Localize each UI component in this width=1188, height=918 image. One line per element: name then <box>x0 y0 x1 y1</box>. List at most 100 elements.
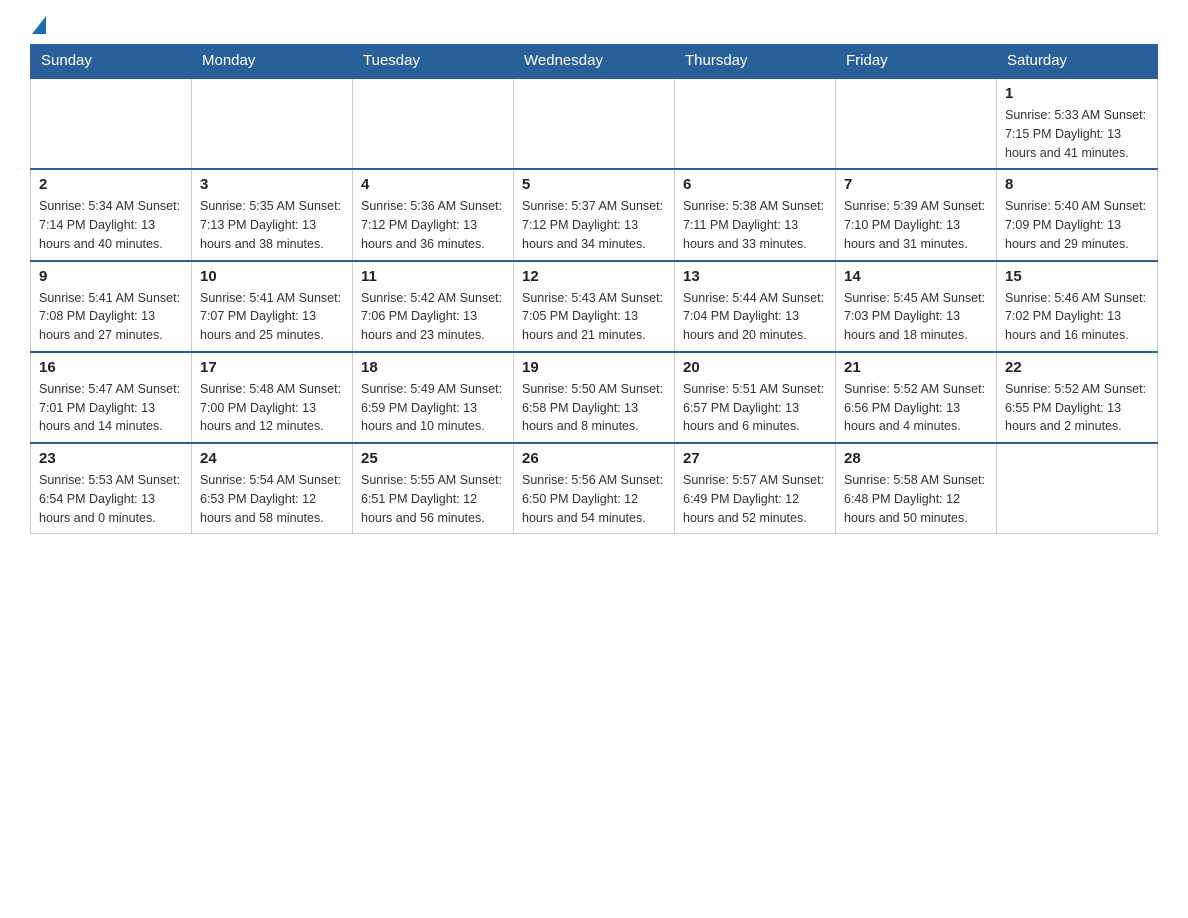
calendar-header-row: SundayMondayTuesdayWednesdayThursdayFrid… <box>31 44 1158 78</box>
calendar-cell: 21 Sunrise: 5:52 AM Sunset: 6:56 PM Dayli… <box>836 352 997 443</box>
day-info: Sunrise: 5:43 AM Sunset: 7:05 PM Dayligh… <box>522 289 666 345</box>
calendar-cell: 2 Sunrise: 5:34 AM Sunset: 7:14 PM Daylig… <box>31 169 192 260</box>
day-number: 19 <box>522 359 666 376</box>
calendar-cell: 19 Sunrise: 5:50 AM Sunset: 6:58 PM Dayli… <box>514 352 675 443</box>
calendar-header-friday: Friday <box>836 44 997 78</box>
calendar-cell: 10 Sunrise: 5:41 AM Sunset: 7:07 PM Dayli… <box>192 261 353 352</box>
calendar-cell: 3 Sunrise: 5:35 AM Sunset: 7:13 PM Daylig… <box>192 169 353 260</box>
calendar-cell: 14 Sunrise: 5:45 AM Sunset: 7:03 PM Dayli… <box>836 261 997 352</box>
calendar-cell <box>836 78 997 169</box>
calendar-header-saturday: Saturday <box>997 44 1158 78</box>
calendar-header-tuesday: Tuesday <box>353 44 514 78</box>
logo-triangle-icon <box>32 16 46 34</box>
calendar-week-row: 1Sunrise: 5:33 AM Sunset: 7:15 PM Daylig… <box>31 78 1158 169</box>
calendar-cell: 28 Sunrise: 5:58 AM Sunset: 6:48 PM Dayli… <box>836 443 997 534</box>
calendar-cell <box>997 443 1158 534</box>
day-info: Sunrise: 5:52 AM Sunset: 6:56 PM Dayligh… <box>844 380 988 436</box>
day-info: Sunrise: 5:47 AM Sunset: 7:01 PM Dayligh… <box>39 380 183 436</box>
day-info: Sunrise: 5:34 AM Sunset: 7:14 PM Dayligh… <box>39 197 183 253</box>
day-number: 25 <box>361 450 505 467</box>
calendar-cell <box>31 78 192 169</box>
day-info: Sunrise: 5:52 AM Sunset: 6:55 PM Dayligh… <box>1005 380 1149 436</box>
day-number: 24 <box>200 450 344 467</box>
day-info: Sunrise: 5:41 AM Sunset: 7:08 PM Dayligh… <box>39 289 183 345</box>
day-info: Sunrise: 5:58 AM Sunset: 6:48 PM Dayligh… <box>844 471 988 527</box>
calendar-cell: 12 Sunrise: 5:43 AM Sunset: 7:05 PM Dayli… <box>514 261 675 352</box>
day-info: Sunrise: 5:33 AM Sunset: 7:15 PM Dayligh… <box>1005 106 1149 162</box>
day-info: Sunrise: 5:39 AM Sunset: 7:10 PM Dayligh… <box>844 197 988 253</box>
day-info: Sunrise: 5:48 AM Sunset: 7:00 PM Dayligh… <box>200 380 344 436</box>
calendar-cell: 27Sunrise: 5:57 AM Sunset: 6:49 PM Dayli… <box>675 443 836 534</box>
day-number: 3 <box>200 176 344 193</box>
day-info: Sunrise: 5:44 AM Sunset: 7:04 PM Dayligh… <box>683 289 827 345</box>
calendar-cell: 17 Sunrise: 5:48 AM Sunset: 7:00 PM Dayli… <box>192 352 353 443</box>
day-info: Sunrise: 5:50 AM Sunset: 6:58 PM Dayligh… <box>522 380 666 436</box>
calendar-cell <box>514 78 675 169</box>
calendar-cell: 18 Sunrise: 5:49 AM Sunset: 6:59 PM Dayli… <box>353 352 514 443</box>
day-info: Sunrise: 5:56 AM Sunset: 6:50 PM Dayligh… <box>522 471 666 527</box>
calendar-cell <box>353 78 514 169</box>
day-info: Sunrise: 5:41 AM Sunset: 7:07 PM Dayligh… <box>200 289 344 345</box>
calendar-week-row: 23 Sunrise: 5:53 AM Sunset: 6:54 PM Dayli… <box>31 443 1158 534</box>
day-info: Sunrise: 5:55 AM Sunset: 6:51 PM Dayligh… <box>361 471 505 527</box>
calendar-cell: 25 Sunrise: 5:55 AM Sunset: 6:51 PM Dayli… <box>353 443 514 534</box>
calendar-cell: 5 Sunrise: 5:37 AM Sunset: 7:12 PM Daylig… <box>514 169 675 260</box>
calendar-cell <box>192 78 353 169</box>
day-info: Sunrise: 5:42 AM Sunset: 7:06 PM Dayligh… <box>361 289 505 345</box>
day-info: Sunrise: 5:51 AM Sunset: 6:57 PM Dayligh… <box>683 380 827 436</box>
calendar-cell: 16 Sunrise: 5:47 AM Sunset: 7:01 PM Dayli… <box>31 352 192 443</box>
day-number: 17 <box>200 359 344 376</box>
calendar-cell <box>675 78 836 169</box>
day-number: 4 <box>361 176 505 193</box>
day-number: 22 <box>1005 359 1149 376</box>
calendar-cell: 8Sunrise: 5:40 AM Sunset: 7:09 PM Daylig… <box>997 169 1158 260</box>
day-number: 15 <box>1005 268 1149 285</box>
logo <box>30 20 46 34</box>
day-info: Sunrise: 5:49 AM Sunset: 6:59 PM Dayligh… <box>361 380 505 436</box>
day-number: 18 <box>361 359 505 376</box>
day-number: 23 <box>39 450 183 467</box>
day-number: 2 <box>39 176 183 193</box>
day-number: 21 <box>844 359 988 376</box>
day-info: Sunrise: 5:40 AM Sunset: 7:09 PM Dayligh… <box>1005 197 1149 253</box>
day-number: 28 <box>844 450 988 467</box>
calendar-cell: 7 Sunrise: 5:39 AM Sunset: 7:10 PM Daylig… <box>836 169 997 260</box>
calendar-header-sunday: Sunday <box>31 44 192 78</box>
calendar-cell: 24 Sunrise: 5:54 AM Sunset: 6:53 PM Dayli… <box>192 443 353 534</box>
day-number: 10 <box>200 268 344 285</box>
day-info: Sunrise: 5:45 AM Sunset: 7:03 PM Dayligh… <box>844 289 988 345</box>
calendar-header-thursday: Thursday <box>675 44 836 78</box>
calendar-week-row: 2 Sunrise: 5:34 AM Sunset: 7:14 PM Daylig… <box>31 169 1158 260</box>
day-number: 7 <box>844 176 988 193</box>
calendar-cell: 15 Sunrise: 5:46 AM Sunset: 7:02 PM Dayli… <box>997 261 1158 352</box>
day-number: 5 <box>522 176 666 193</box>
calendar-week-row: 9Sunrise: 5:41 AM Sunset: 7:08 PM Daylig… <box>31 261 1158 352</box>
day-number: 26 <box>522 450 666 467</box>
day-info: Sunrise: 5:36 AM Sunset: 7:12 PM Dayligh… <box>361 197 505 253</box>
day-number: 14 <box>844 268 988 285</box>
calendar-cell: 9Sunrise: 5:41 AM Sunset: 7:08 PM Daylig… <box>31 261 192 352</box>
calendar-cell: 22 Sunrise: 5:52 AM Sunset: 6:55 PM Dayli… <box>997 352 1158 443</box>
day-number: 20 <box>683 359 827 376</box>
day-info: Sunrise: 5:53 AM Sunset: 6:54 PM Dayligh… <box>39 471 183 527</box>
calendar-cell: 6 Sunrise: 5:38 AM Sunset: 7:11 PM Daylig… <box>675 169 836 260</box>
day-info: Sunrise: 5:46 AM Sunset: 7:02 PM Dayligh… <box>1005 289 1149 345</box>
calendar-cell: 11 Sunrise: 5:42 AM Sunset: 7:06 PM Dayli… <box>353 261 514 352</box>
day-info: Sunrise: 5:57 AM Sunset: 6:49 PM Dayligh… <box>683 471 827 527</box>
day-number: 16 <box>39 359 183 376</box>
calendar-cell: 20 Sunrise: 5:51 AM Sunset: 6:57 PM Dayli… <box>675 352 836 443</box>
calendar-cell: 13 Sunrise: 5:44 AM Sunset: 7:04 PM Dayli… <box>675 261 836 352</box>
day-number: 12 <box>522 268 666 285</box>
calendar-header-monday: Monday <box>192 44 353 78</box>
calendar-header-wednesday: Wednesday <box>514 44 675 78</box>
page-header <box>30 20 1158 34</box>
day-info: Sunrise: 5:35 AM Sunset: 7:13 PM Dayligh… <box>200 197 344 253</box>
day-number: 6 <box>683 176 827 193</box>
calendar-cell: 4 Sunrise: 5:36 AM Sunset: 7:12 PM Daylig… <box>353 169 514 260</box>
day-number: 11 <box>361 268 505 285</box>
day-number: 13 <box>683 268 827 285</box>
day-info: Sunrise: 5:37 AM Sunset: 7:12 PM Dayligh… <box>522 197 666 253</box>
day-info: Sunrise: 5:54 AM Sunset: 6:53 PM Dayligh… <box>200 471 344 527</box>
calendar-table: SundayMondayTuesdayWednesdayThursdayFrid… <box>30 44 1158 534</box>
day-info: Sunrise: 5:38 AM Sunset: 7:11 PM Dayligh… <box>683 197 827 253</box>
